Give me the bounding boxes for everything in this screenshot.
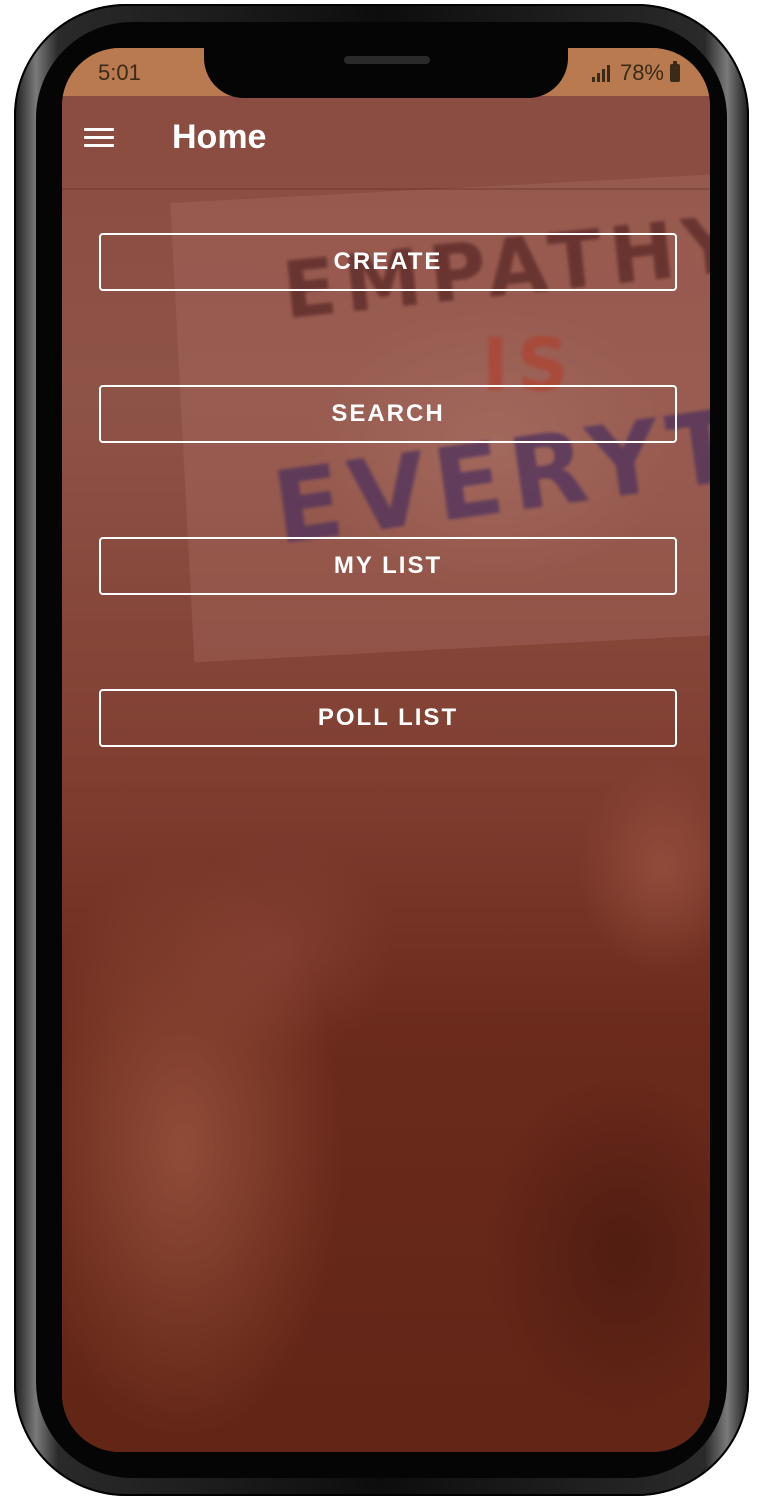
page-title: Home — [172, 118, 267, 156]
battery-icon — [670, 61, 680, 82]
camera-notch — [204, 48, 568, 98]
create-button[interactable]: CREATE — [99, 233, 677, 291]
search-button[interactable]: SEARCH — [99, 385, 677, 443]
app-screen: EMPATHY IS EVERYT 5:01 78% Home CREATE S… — [62, 48, 710, 1452]
my-list-button[interactable]: MY LIST — [99, 537, 677, 595]
app-bar: Home — [62, 96, 710, 190]
status-time: 5:01 — [98, 60, 141, 85]
signal-icon — [591, 64, 610, 82]
battery-percent: 78% — [619, 60, 664, 85]
status-indicators: 78% — [591, 60, 680, 86]
hamburger-menu-icon[interactable] — [84, 126, 116, 150]
poll-list-button[interactable]: POLL LIST — [99, 689, 677, 747]
